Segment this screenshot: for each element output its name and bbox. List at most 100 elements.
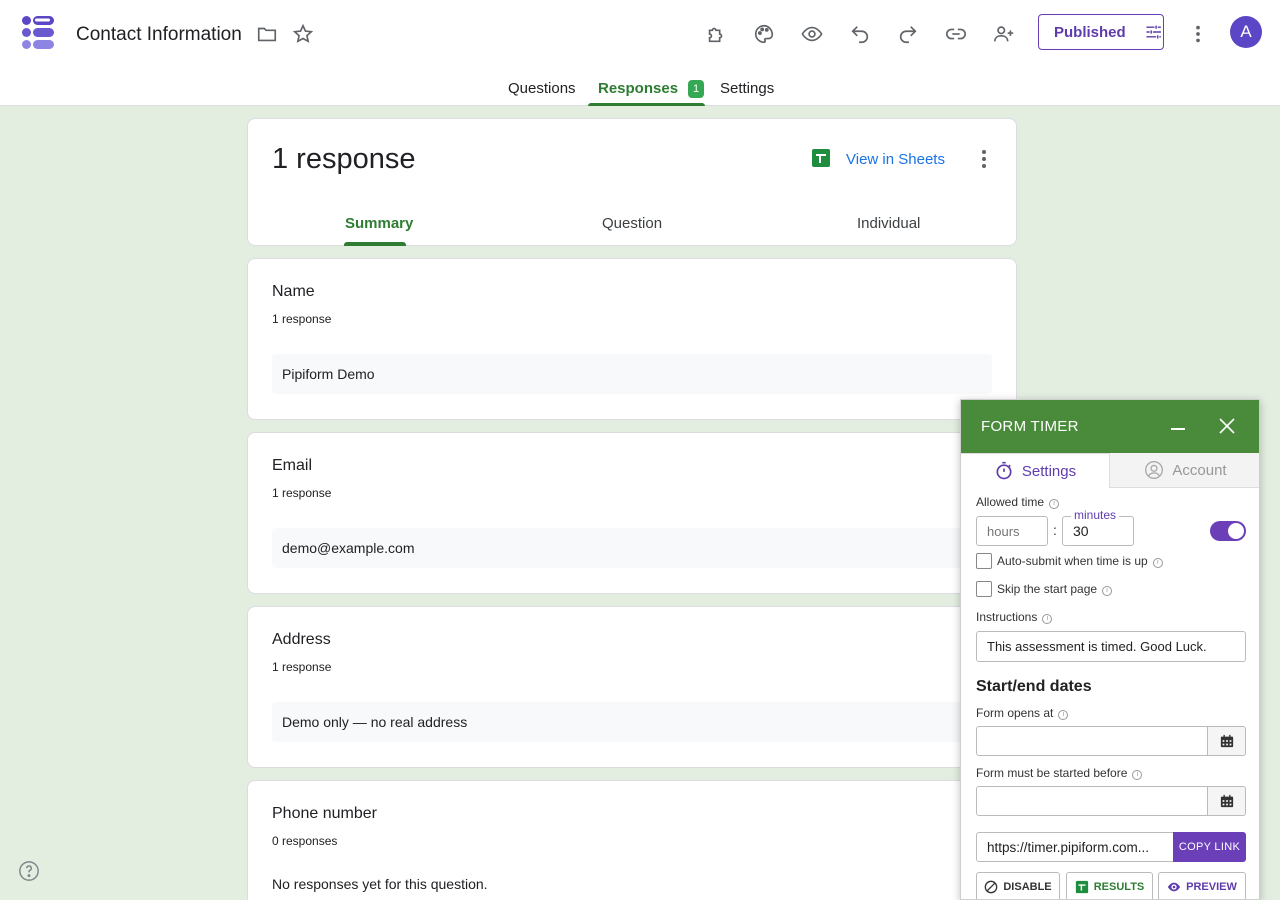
close-icon[interactable] [1215,414,1239,438]
preview-label: PREVIEW [1186,881,1237,893]
tab-questions[interactable]: Questions [508,80,576,97]
question-card-address: Address 1 response Demo only — no real a… [247,606,1017,768]
dates-heading: Start/end dates [976,678,1092,695]
disable-label: DISABLE [1003,881,1052,893]
avatar[interactable]: A [1230,16,1262,48]
response-count: 1 response [272,143,416,175]
question-response-count: 1 response [272,312,332,326]
block-icon [985,880,998,894]
addons-icon[interactable] [700,18,732,50]
question-response-count: 0 responses [272,834,338,848]
timer-link-field[interactable]: https://timer.pipiform.com... [976,832,1175,862]
skip-start-checkbox[interactable] [976,581,992,597]
results-label: RESULTS [1093,881,1145,893]
tab-settings[interactable]: Settings [720,80,774,97]
app-header: Contact Information Published A Question… [0,0,1280,106]
copy-link-button[interactable]: COPY LINK [1173,832,1246,862]
redo-icon[interactable] [892,18,924,50]
star-icon[interactable] [287,18,319,50]
eye-icon [1168,882,1181,892]
auto-submit-label: Auto-submit when time is up i [997,554,1163,568]
hours-input[interactable] [976,516,1048,546]
timer-tab-account[interactable]: Account [1110,453,1259,488]
question-card-phone: Phone number 0 responses No responses ye… [247,780,1017,900]
timer-tab-account-label: Account [1172,461,1227,479]
calendar-icon [1220,734,1233,748]
disable-button[interactable]: DISABLE [976,872,1060,899]
allowed-time-text: Allowed time [976,495,1045,509]
stopwatch-icon [996,461,1012,480]
responses-summary-card: 1 response View in Sheets Summary Questi… [247,118,1017,246]
instructions-textarea[interactable]: This assessment is timed. Good Luck. [976,631,1246,662]
response-answer: Demo only — no real address [272,702,992,742]
subtab-question[interactable]: Question [602,215,662,232]
time-separator: : [1053,522,1057,538]
responses-count-badge: 1 [688,80,705,98]
question-card-email: Email 1 response demo@example.com [247,432,1017,594]
response-answer: demo@example.com [272,528,992,568]
subtab-summary[interactable]: Summary [345,215,413,232]
timer-header: FORM TIMER [961,400,1259,453]
skip-start-label: Skip the start page i [997,582,1113,596]
response-answer: Pipiform Demo [272,354,992,394]
undo-icon[interactable] [844,18,876,50]
tune-icon [1146,25,1161,39]
active-tab-indicator [588,103,705,106]
preview-eye-icon[interactable] [796,18,828,50]
info-icon[interactable]: i [1132,770,1143,780]
published-button[interactable]: Published [1038,14,1164,50]
minutes-label: minutes [1071,508,1120,522]
no-responses-text: No responses yet for this question. [272,876,488,892]
link-icon[interactable] [940,18,972,50]
folder-icon[interactable] [251,18,283,50]
info-icon[interactable]: i [1152,558,1163,568]
help-icon[interactable] [18,860,40,882]
question-card-name: Name 1 response Pipiform Demo [247,258,1017,420]
sheets-icon[interactable] [812,149,830,167]
question-response-count: 1 response [272,486,332,500]
timer-tabs: Settings Account [961,453,1259,488]
calendar-button[interactable] [1207,786,1246,816]
published-label: Published [1054,23,1126,41]
question-response-count: 1 response [272,660,332,674]
question-title: Phone number [272,805,377,822]
form-timer-panel: FORM TIMER Settings Account Allowed time… [960,399,1260,900]
subtab-individual[interactable]: Individual [857,215,920,232]
tab-responses-label: Responses [598,80,679,97]
document-title[interactable]: Contact Information [76,24,242,46]
opens-at-text: Form opens at [976,706,1054,720]
palette-icon[interactable] [748,18,780,50]
info-icon[interactable]: i [1102,586,1113,596]
calendar-button[interactable] [1207,726,1246,756]
results-button[interactable]: RESULTS [1066,872,1153,899]
account-icon [1145,461,1164,479]
timer-tab-settings[interactable]: Settings [961,453,1110,488]
tab-responses[interactable]: Responses 1 [598,80,705,98]
more-vert-icon[interactable] [1182,18,1214,50]
timer-tab-settings-label: Settings [1021,462,1077,480]
allowed-time-label: Allowed time i [976,495,1060,509]
info-icon[interactable]: i [1049,499,1060,509]
started-before-input[interactable] [976,786,1208,816]
minimize-icon[interactable] [1171,428,1185,430]
more-vert-icon[interactable] [972,147,996,171]
question-title: Address [272,631,331,648]
add-collaborator-icon[interactable] [988,18,1020,50]
subtab-indicator [344,242,406,246]
info-icon[interactable]: i [1042,614,1053,624]
sheets-icon [1075,880,1088,894]
forms-logo-icon[interactable] [20,15,56,51]
info-icon[interactable]: i [1058,710,1069,720]
instructions-text: Instructions [976,610,1038,624]
calendar-icon [1220,794,1233,808]
timer-enabled-toggle[interactable] [1210,521,1246,541]
opens-at-label: Form opens at i [976,706,1069,720]
view-in-sheets-link[interactable]: View in Sheets [846,151,945,168]
skip-start-text: Skip the start page [997,582,1098,596]
started-before-text: Form must be started before [976,766,1128,780]
auto-submit-text: Auto-submit when time is up [997,554,1148,568]
auto-submit-checkbox[interactable] [976,553,992,569]
question-title: Email [272,457,313,474]
preview-button[interactable]: PREVIEW [1158,872,1246,899]
opens-at-input[interactable] [976,726,1208,756]
